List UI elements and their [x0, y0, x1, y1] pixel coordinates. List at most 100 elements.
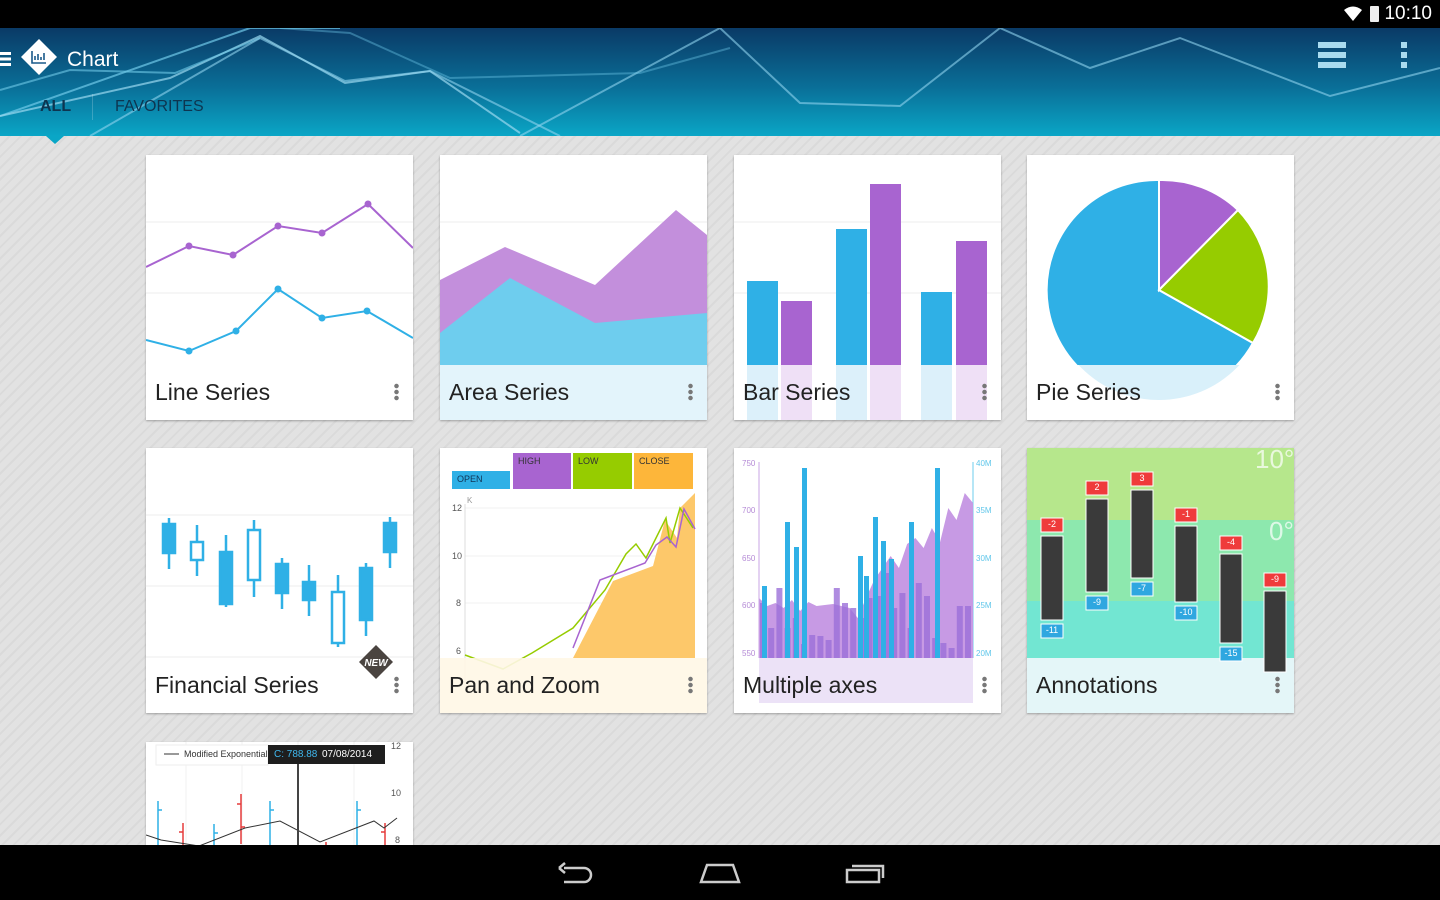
- card-caption: Financial Series: [146, 658, 413, 713]
- low-value: -9: [1092, 597, 1101, 607]
- card-multiple-axes[interactable]: 750 700 650 600 550 40M 35M 30M 25M 20M …: [734, 448, 1001, 713]
- low-value: -15: [1224, 648, 1238, 658]
- blue-bar: [794, 547, 799, 658]
- blue-bar: [762, 586, 767, 658]
- tab-all[interactable]: ALL: [40, 98, 71, 116]
- tooltip-date: 07/08/2014: [322, 749, 373, 760]
- list-view-icon[interactable]: [1318, 42, 1346, 68]
- tab-divider: [92, 94, 93, 120]
- card-title: Financial Series: [155, 672, 319, 698]
- purple-bar: [833, 588, 840, 658]
- blue-bar: [802, 468, 807, 658]
- card-caption: Pie Series: [1027, 365, 1294, 420]
- card-caption: Multiple axes: [734, 658, 1001, 713]
- purple-bar: [850, 608, 857, 658]
- more-options-icon[interactable]: [1275, 676, 1280, 694]
- blue-bar: [858, 556, 863, 658]
- card-pan-and-zoom[interactable]: OPEN HIGH LOW CLOSE K 12 10 8 6 Pan and …: [440, 448, 707, 713]
- candle-body: [358, 566, 374, 622]
- card-title: Annotations: [1036, 672, 1158, 698]
- candle-body: [301, 580, 317, 602]
- blue-bar: [935, 468, 940, 658]
- purple-bar: [768, 628, 775, 658]
- high-value: 2: [1094, 482, 1100, 492]
- high-value: -4: [1226, 537, 1235, 547]
- navigation-bar: [0, 845, 1440, 900]
- y-tick: 12: [391, 742, 402, 751]
- purple-bar: [956, 606, 963, 658]
- purple-bar: [809, 635, 816, 658]
- range-bar: [1040, 535, 1064, 621]
- card-title: Multiple axes: [743, 672, 878, 698]
- battery-icon: [1370, 6, 1379, 22]
- high-value: -2: [1047, 519, 1056, 529]
- candle-body: [189, 540, 205, 562]
- low-value: -7: [1137, 583, 1146, 593]
- app-logo-icon[interactable]: [20, 38, 58, 76]
- tooltip-value: C: 788.88: [274, 749, 318, 760]
- card-title: Bar Series: [743, 379, 851, 405]
- recent-apps-icon[interactable]: [845, 861, 885, 885]
- more-options-icon[interactable]: [688, 383, 693, 401]
- more-options-icon[interactable]: [1275, 383, 1280, 401]
- more-options-icon[interactable]: [982, 676, 987, 694]
- decorative-lines: [0, 28, 1440, 136]
- range-bar: [1174, 525, 1198, 603]
- left-axis-tick: 600: [742, 601, 756, 610]
- card-line-series[interactable]: Line Series: [146, 155, 413, 420]
- range-bar: [1130, 489, 1154, 579]
- candle-body: [274, 562, 290, 595]
- card-caption: Bar Series: [734, 365, 1001, 420]
- card-technical-indicators[interactable]: Modified Exponential C: 788.88 07/08/201…: [146, 742, 413, 845]
- legend-high: HIGH: [518, 456, 541, 466]
- candle-body: [246, 528, 262, 582]
- candle-body: [218, 550, 234, 606]
- overflow-menu-icon[interactable]: [1401, 42, 1407, 68]
- more-options-icon[interactable]: [394, 676, 399, 694]
- high-value: -9: [1270, 574, 1279, 584]
- right-axis-tick: 30M: [976, 554, 992, 563]
- home-icon[interactable]: [699, 861, 741, 885]
- blue-bar: [881, 541, 886, 658]
- menu-icon[interactable]: [0, 52, 11, 66]
- card-annotations[interactable]: 10° 0° -2 -11 2 -9 3 -7 -1 -10 -4 -15 -9 Annotatio…: [1027, 448, 1294, 713]
- candle-body: [161, 522, 177, 555]
- right-axis-tick: 40M: [976, 459, 992, 468]
- purple-bar: [940, 643, 947, 658]
- purple-bar: [965, 606, 971, 658]
- legend-low: LOW: [578, 456, 599, 466]
- purple-bar: [825, 640, 832, 658]
- purple-bar: [776, 588, 783, 658]
- candle-body: [330, 590, 346, 645]
- card-title: Line Series: [155, 379, 271, 405]
- right-axis-tick: 20M: [976, 649, 992, 658]
- card-area-series[interactable]: Area Series: [440, 155, 707, 420]
- y-tick: 12: [452, 503, 463, 513]
- candle-body: [382, 521, 398, 554]
- range-bar: [1219, 553, 1243, 644]
- more-options-icon[interactable]: [688, 676, 693, 694]
- left-axis-tick: 750: [742, 459, 756, 468]
- card-caption: Area Series: [440, 365, 707, 420]
- more-options-icon[interactable]: [394, 383, 399, 401]
- back-icon[interactable]: [556, 861, 596, 885]
- tab-favorites[interactable]: FAVORITES: [115, 98, 204, 116]
- card-bar-series[interactable]: Bar Series: [734, 155, 1001, 420]
- blue-bar: [909, 522, 914, 658]
- legend-open: OPEN: [457, 474, 483, 484]
- card-caption: Annotations: [1027, 658, 1294, 713]
- tab-indicator: [46, 136, 64, 144]
- y-tick: 10: [452, 551, 463, 561]
- app-title: Chart: [67, 48, 119, 71]
- right-axis-tick: 25M: [976, 601, 992, 610]
- purple-bar: [899, 593, 906, 658]
- right-axis-tick: 35M: [976, 506, 992, 515]
- card-financial-series[interactable]: NEW Financial Series: [146, 448, 413, 713]
- y-tick: 10: [391, 788, 402, 798]
- card-pie-series[interactable]: Pie Series: [1027, 155, 1294, 420]
- more-options-icon[interactable]: [982, 383, 987, 401]
- y-tick: 8: [456, 598, 462, 608]
- y-tick: 6: [456, 646, 462, 656]
- range-bar: [1085, 498, 1109, 593]
- wifi-icon: [1344, 6, 1379, 22]
